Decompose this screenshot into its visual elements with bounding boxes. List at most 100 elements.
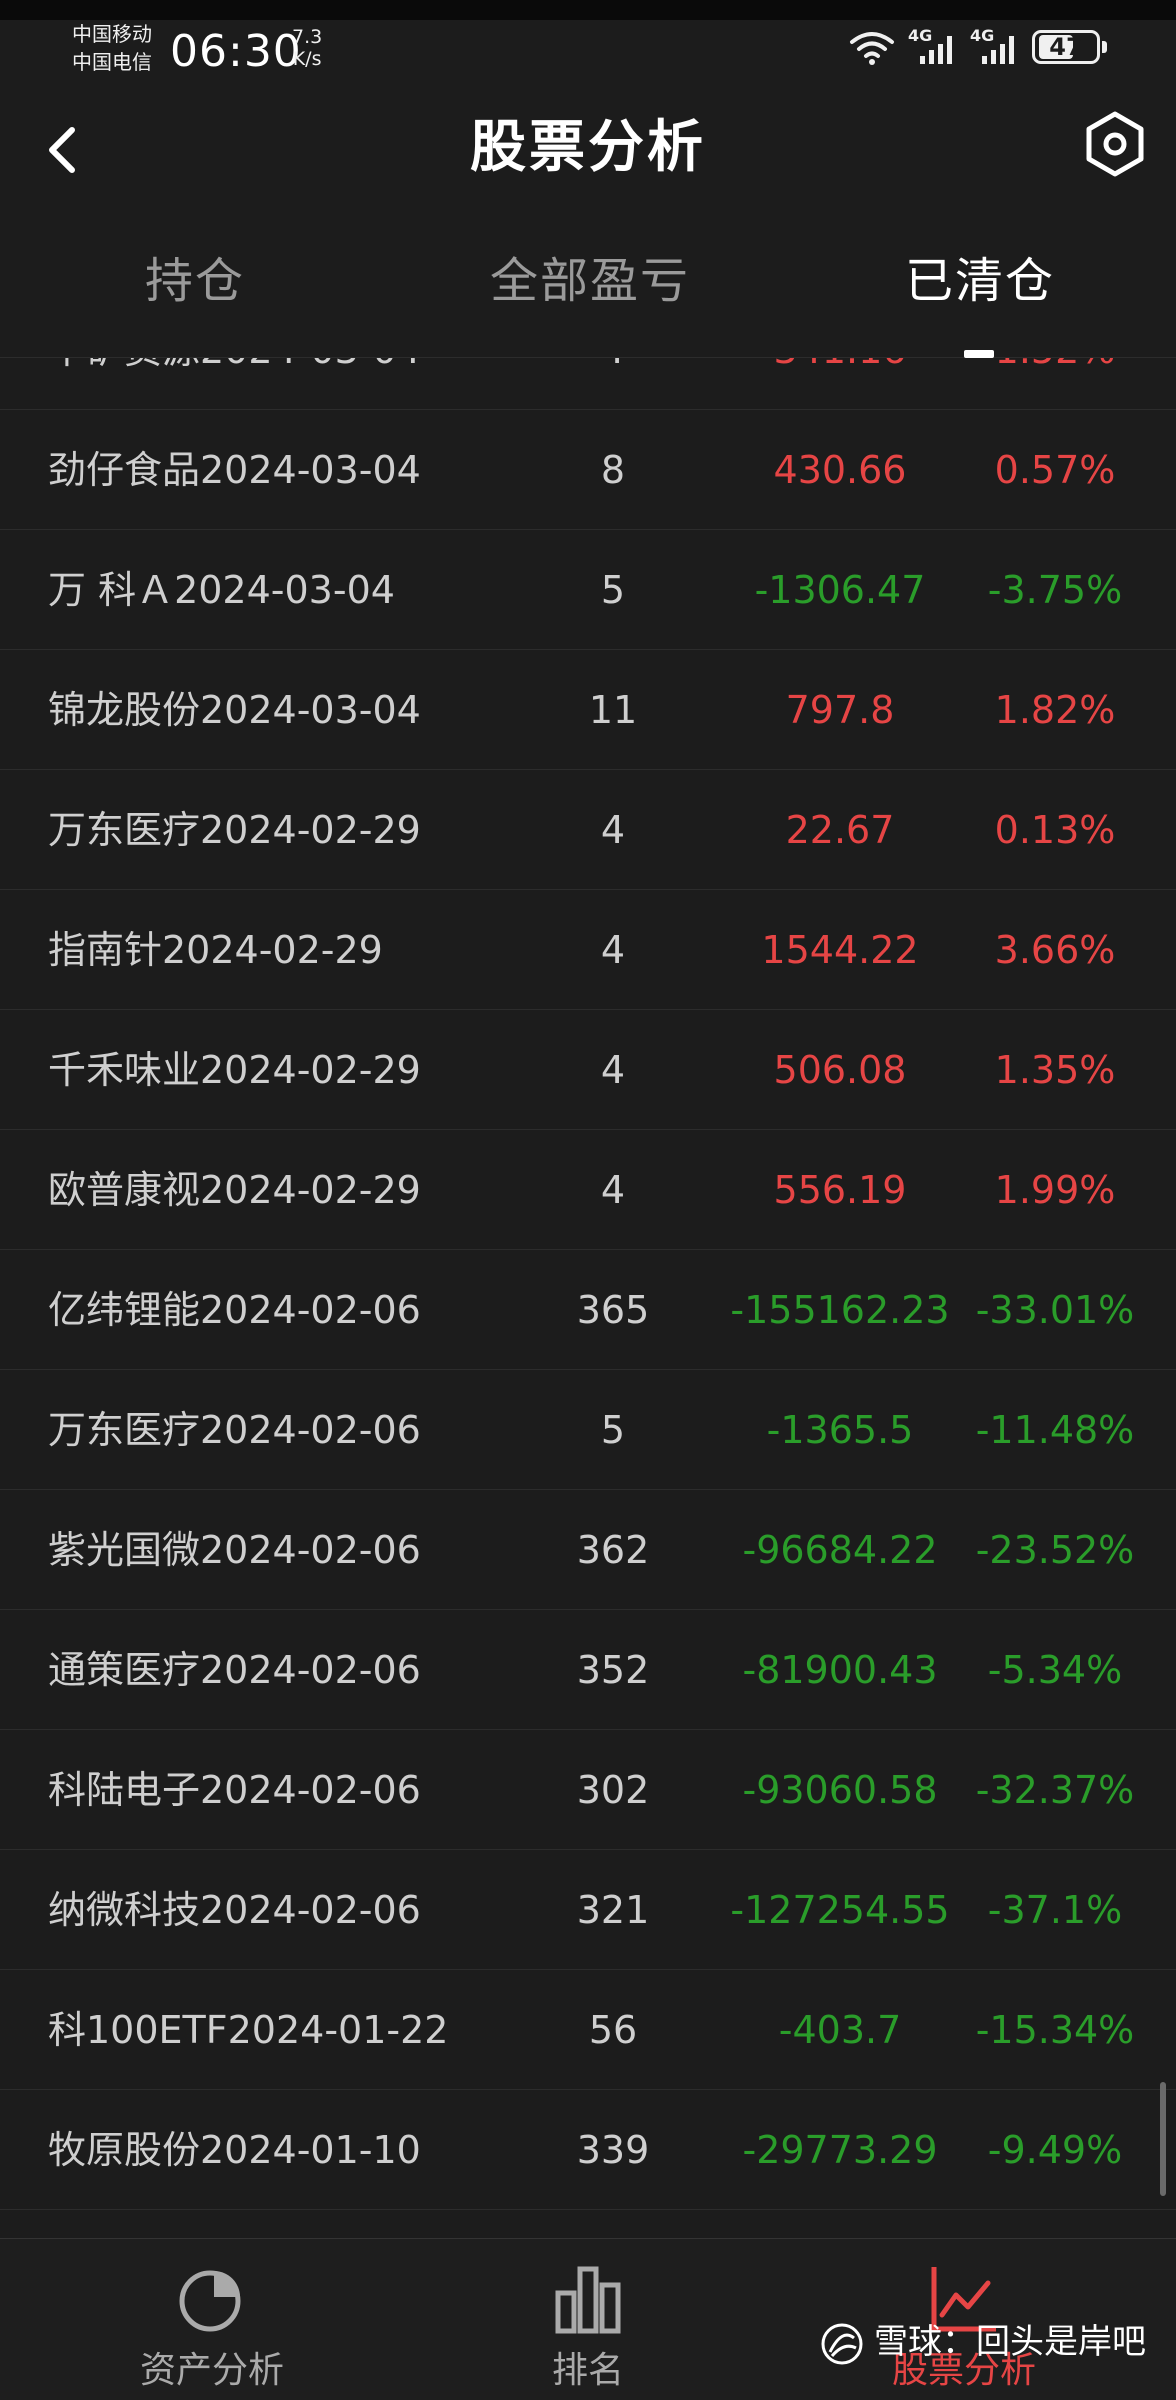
tab-holdings[interactable]: 持仓 bbox=[80, 246, 310, 316]
tab-all-profit-loss[interactable]: 全部盈亏 bbox=[440, 246, 740, 316]
profit-loss-amount: 556.19 bbox=[773, 1168, 907, 1212]
cleared-positions-list[interactable]: 中矿资源2024-03-044341.161.52%劲仔食品2024-03-04… bbox=[0, 358, 1176, 2238]
holding-days: 302 bbox=[576, 1768, 650, 1812]
table-row[interactable]: 劲仔食品2024-03-04 8 430.66 0.57% bbox=[0, 410, 1176, 530]
stock-name-date: 紫光国微2024-02-06 bbox=[48, 1528, 421, 1572]
stock-name-date: 锦龙股份2024-03-04 bbox=[48, 688, 421, 732]
holding-days: 11 bbox=[588, 688, 638, 732]
holding-days: 4 bbox=[600, 1048, 626, 1092]
table-row[interactable]: 万 科Ａ2024-03-04 5 -1306.47 -3.75% bbox=[0, 530, 1176, 650]
top-strip bbox=[0, 0, 1176, 20]
holding-days: 4 bbox=[600, 1168, 626, 1212]
nav-ranking[interactable]: 排名 bbox=[438, 2239, 738, 2400]
profit-loss-percent: -5.34% bbox=[987, 1648, 1123, 1692]
holding-days: 4 bbox=[520, 358, 706, 410]
stock-name-date: 科100ETF2024-01-22 bbox=[48, 2008, 449, 2052]
table-row[interactable]: 紫光国微2024-02-06 362 -96684.22 -23.52% bbox=[0, 1490, 1176, 1610]
holding-days: 339 bbox=[576, 2128, 650, 2172]
stock-name-date: 指南针2024-02-29 bbox=[48, 928, 383, 972]
carrier-1: 中国移动 bbox=[72, 22, 152, 46]
profit-loss-percent: 0.13% bbox=[994, 808, 1116, 852]
stock-name-date: 纳微科技2024-02-06 bbox=[48, 1888, 421, 1932]
profit-loss-percent: -33.01% bbox=[975, 1288, 1135, 1332]
rows-container: 中矿资源2024-03-044341.161.52%劲仔食品2024-03-04… bbox=[0, 358, 1176, 2210]
profit-loss-amount: 506.08 bbox=[773, 1048, 907, 1092]
snowball-logo-icon bbox=[821, 2323, 863, 2364]
profit-loss-amount: -1365.5 bbox=[766, 1408, 914, 1452]
holding-days: 352 bbox=[576, 1648, 650, 1692]
profit-loss-percent: -32.37% bbox=[975, 1768, 1135, 1812]
table-row[interactable]: 科100ETF2024-01-22 56 -403.7 -15.34% bbox=[0, 1970, 1176, 2090]
profit-loss-amount: -81900.43 bbox=[742, 1648, 938, 1692]
profit-loss-percent: -23.52% bbox=[975, 1528, 1135, 1572]
profit-loss-percent: -15.34% bbox=[975, 2008, 1135, 2052]
battery-icon: 47 bbox=[1032, 30, 1100, 64]
table-row[interactable]: 锦龙股份2024-03-04 11 797.8 1.82% bbox=[0, 650, 1176, 770]
signal-bars-icon bbox=[920, 36, 952, 64]
profit-loss-amount: -127254.55 bbox=[730, 1888, 950, 1932]
stock-name-date: 万 科Ａ2024-03-04 bbox=[48, 568, 395, 612]
chevron-left-icon[interactable] bbox=[36, 118, 88, 182]
table-row[interactable]: 通策医疗2024-02-06 352 -81900.43 -5.34% bbox=[0, 1610, 1176, 1730]
profit-loss-amount: 1544.22 bbox=[761, 928, 919, 972]
profit-loss-amount: 430.66 bbox=[773, 448, 907, 492]
holding-days: 321 bbox=[576, 1888, 650, 1932]
profit-loss-percent: -11.48% bbox=[975, 1408, 1135, 1452]
profit-loss-percent: -9.49% bbox=[987, 2128, 1123, 2172]
stock-name-date: 科陆电子2024-02-06 bbox=[48, 1768, 421, 1812]
watermark-text: 雪球：回头是岸吧 bbox=[874, 2322, 1146, 2362]
signal-bars-icon bbox=[982, 36, 1014, 64]
table-row[interactable]: 亿纬锂能2024-02-06 365 -155162.23 -33.01% bbox=[0, 1250, 1176, 1370]
table-row[interactable]: 牧原股份2024-01-10 339 -29773.29 -9.49% bbox=[0, 2090, 1176, 2210]
profit-loss-percent: 0.57% bbox=[994, 448, 1116, 492]
table-row[interactable]: 纳微科技2024-02-06 321 -127254.55 -37.1% bbox=[0, 1850, 1176, 1970]
profit-loss-percent: 1.52% bbox=[960, 358, 1150, 410]
table-row[interactable]: 科陆电子2024-02-06 302 -93060.58 -32.37% bbox=[0, 1730, 1176, 1850]
profit-loss-amount: 797.8 bbox=[785, 688, 895, 732]
status-bar: 中国移动 中国电信 06:30 7.3 K/s 4G 4G 47 bbox=[0, 20, 1176, 90]
stock-name-date: 万东医疗2024-02-06 bbox=[48, 1408, 421, 1452]
table-row[interactable]: 指南针2024-02-29 4 1544.22 3.66% bbox=[0, 890, 1176, 1010]
stock-name-date: 万东医疗2024-02-29 bbox=[48, 808, 421, 852]
table-row[interactable]: 欧普康视2024-02-29 4 556.19 1.99% bbox=[0, 1130, 1176, 1250]
profit-loss-percent: 1.35% bbox=[994, 1048, 1116, 1092]
stock-name-date: 欧普康视2024-02-29 bbox=[48, 1168, 421, 1212]
profit-loss-amount: -96684.22 bbox=[742, 1528, 938, 1572]
profit-loss-percent: 1.82% bbox=[994, 688, 1116, 732]
wifi-icon bbox=[850, 32, 894, 65]
table-row[interactable]: 千禾味业2024-02-29 4 506.08 1.35% bbox=[0, 1010, 1176, 1130]
watermark: 雪球：回头是岸吧 bbox=[820, 2314, 1146, 2370]
battery-tip bbox=[1102, 41, 1107, 53]
table-row[interactable]: 中矿资源2024-03-04 4 341.161.52% bbox=[0, 358, 1176, 410]
profit-loss-percent: 3.66% bbox=[994, 928, 1116, 972]
nav-label: 排名 bbox=[551, 2350, 624, 2391]
status-time: 06:30 bbox=[170, 26, 302, 77]
table-row[interactable]: 万东医疗2024-02-29 4 22.67 0.13% bbox=[0, 770, 1176, 890]
nav-label: 资产分析 bbox=[139, 2350, 284, 2391]
battery-percent: 47 bbox=[1049, 33, 1083, 61]
profit-loss-amount: -155162.23 bbox=[730, 1288, 950, 1332]
tab-cleared[interactable]: 已清仓 bbox=[860, 246, 1100, 316]
profit-loss-amount: -1306.47 bbox=[754, 568, 926, 612]
active-tab-indicator bbox=[964, 350, 994, 358]
profit-loss-percent: -3.75% bbox=[987, 568, 1123, 612]
profit-loss-amount: 22.67 bbox=[785, 808, 895, 852]
network-speed-value: 7.3 bbox=[292, 26, 323, 48]
bar-chart-icon bbox=[555, 2266, 621, 2334]
scrollbar[interactable] bbox=[1160, 2082, 1166, 2196]
carrier-info: 中国移动 中国电信 bbox=[72, 20, 152, 76]
network-speed: 7.3 K/s bbox=[292, 26, 322, 70]
carrier-2: 中国电信 bbox=[72, 50, 152, 74]
holding-days: 4 bbox=[600, 928, 626, 972]
stock-name-date: 中矿资源2024-03-04 bbox=[48, 358, 421, 410]
table-row[interactable]: 万东医疗2024-02-06 5 -1365.5 -11.48% bbox=[0, 1370, 1176, 1490]
holding-days: 56 bbox=[588, 2008, 638, 2052]
stock-name-date: 牧原股份2024-01-10 bbox=[48, 2128, 421, 2172]
tab-bar: 持仓 全部盈亏 已清仓 bbox=[0, 210, 1176, 358]
network-speed-unit: K/s bbox=[292, 48, 322, 70]
hexagon-settings-icon[interactable] bbox=[1084, 110, 1146, 178]
holding-days: 362 bbox=[576, 1528, 650, 1572]
nav-asset-analysis[interactable]: 资产分析 bbox=[62, 2239, 362, 2400]
stock-name-date: 千禾味业2024-02-29 bbox=[48, 1048, 421, 1092]
stock-name-date: 通策医疗2024-02-06 bbox=[48, 1648, 421, 1692]
